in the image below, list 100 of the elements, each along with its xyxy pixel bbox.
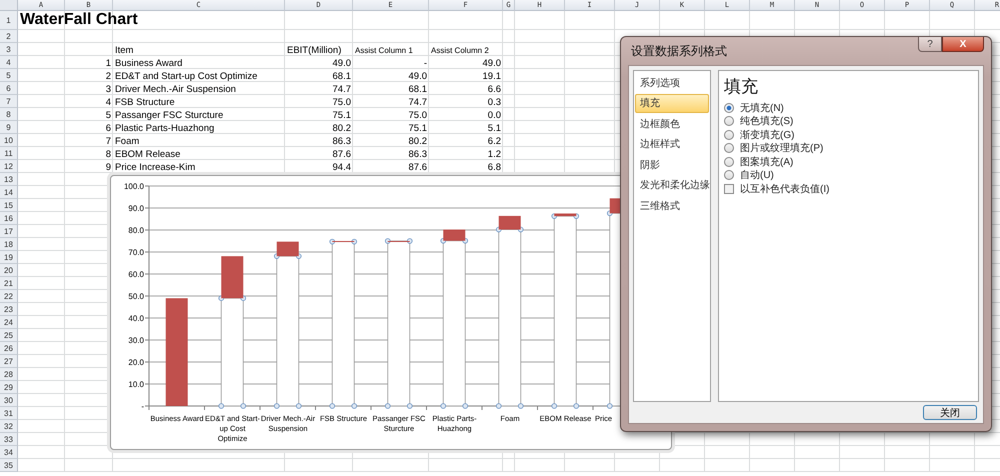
column-heading: Item [115,46,134,55]
dialog-title: 设置数据系列格式 [630,42,727,60]
row-header[interactable]: 20 [0,264,18,277]
axis-label: 80.0 [128,226,144,235]
option-label: 图片或纹理填充(P) [740,142,824,156]
row-header[interactable]: 28 [0,368,18,381]
row-header[interactable]: 25 [0,329,18,342]
checkbox[interactable] [724,184,734,194]
row-header[interactable]: 10 [0,134,18,147]
row-header[interactable]: 30 [0,394,18,407]
close-dialog-button[interactable]: 关闭 [923,405,977,420]
column-heading: EBIT(Million) [287,46,342,55]
assist-value: 87.6 [408,162,427,172]
ebit-value: 68.1 [332,72,351,81]
row-index: 5 [106,110,111,120]
row-header[interactable]: 18 [0,238,18,251]
radio-button[interactable] [724,116,734,126]
row-header[interactable]: 5 [0,69,18,82]
ebit-value: 75.0 [332,98,351,107]
row-header[interactable]: 1 [0,11,18,30]
row-header[interactable]: 13 [0,173,18,186]
assist-value: 5.1 [488,124,501,133]
select-all-corner[interactable] [0,0,18,11]
option-label: 无填充(N) [740,102,784,115]
row-header[interactable]: 12 [0,160,18,173]
radio-button[interactable] [724,143,734,154]
row-header[interactable]: 33 [0,433,18,446]
ebit-value: 80.2 [332,124,351,133]
assist-value: 0.3 [488,98,501,107]
radio-button[interactable] [724,130,734,140]
row-header[interactable]: 22 [0,290,18,303]
item-name: ED&T and Start-up Cost Optimize [115,72,258,81]
row-header[interactable]: 15 [0,199,18,212]
item-name: Price Increase-Kim [115,162,196,172]
radio-button[interactable] [724,102,734,113]
row-header[interactable]: 2 [0,30,18,43]
axis-label: 30.0 [128,336,144,345]
ebit-value: 94.4 [332,162,351,172]
row-header[interactable]: 31 [0,407,18,420]
row-header[interactable]: 32 [0,420,18,433]
sheet-title: WaterFall Chart [20,12,138,28]
row-header[interactable]: 4 [0,56,18,69]
assist-value: 19.1 [482,72,501,81]
assist-value: 75.0 [408,110,427,120]
category-item[interactable]: 三维格式 [635,196,709,215]
row-header[interactable]: 6 [0,82,18,95]
axis-label: - [141,402,144,411]
item-name: Passanger FSC Sturcture [115,110,224,120]
row-header[interactable]: 11 [0,147,18,160]
assist-value: 75.1 [408,124,427,133]
category-item[interactable]: 系列选项 [635,73,709,92]
category-item[interactable]: 边框样式 [635,134,709,154]
radio-button[interactable] [724,170,734,180]
ebit-value: 86.3 [332,136,351,146]
assist-value: 1.2 [488,150,501,159]
row-header[interactable]: 21 [0,277,18,290]
assist-value: 6.2 [488,136,501,146]
option-label: 自动(U) [740,169,774,182]
option-label: 图案填充(A) [740,156,794,169]
row-header[interactable]: 34 [0,446,18,459]
category-item[interactable]: 发光和柔化边缘 [635,176,709,194]
category-item[interactable]: 阴影 [635,155,709,174]
axis-label: 50.0 [128,292,144,301]
assist-value: 6.6 [488,84,501,94]
ebit-value: 49.0 [332,58,351,68]
row-header[interactable]: 35 [0,459,18,472]
row-header[interactable]: 26 [0,342,18,355]
axis-label: 60.0 [128,270,144,279]
item-name: Foam [115,136,140,146]
radio-button[interactable] [724,156,734,167]
ebit-value: 87.6 [332,150,351,159]
help-button[interactable]: ? [918,37,942,52]
item-name: FSB Structure [115,98,175,107]
ebit-value: 74.7 [332,84,351,94]
axis-label: 100.0 [124,182,144,191]
assist-value: 74.7 [408,98,427,107]
row-header[interactable]: 23 [0,303,18,316]
row-header[interactable]: 9 [0,121,18,134]
row-header[interactable]: 27 [0,355,18,368]
row-header[interactable]: 8 [0,108,18,121]
row-index: 1 [106,58,111,68]
option-label: 以互补色代表负值(I) [740,182,830,196]
row-header[interactable]: 29 [0,381,18,394]
row-header[interactable]: 14 [0,186,18,199]
row-header[interactable]: 19 [0,251,18,264]
row-header[interactable]: 7 [0,95,18,108]
row-index: 9 [106,162,111,172]
category-item[interactable]: 填充 [635,94,709,112]
column-heading: Assist Column 1 [355,47,413,55]
section-heading: 填充 [724,76,759,98]
row-header[interactable]: 24 [0,316,18,329]
row-index: 2 [106,72,111,81]
item-name: Business Award [115,58,182,68]
axis-label: 40.0 [128,314,144,323]
row-header[interactable]: 16 [0,212,18,225]
category-item[interactable]: 边框颜色 [635,114,709,133]
row-header[interactable]: 3 [0,43,18,56]
assist-value: 49.0 [408,72,427,81]
row-header[interactable]: 17 [0,225,18,238]
axis-label: 90.0 [128,204,144,213]
